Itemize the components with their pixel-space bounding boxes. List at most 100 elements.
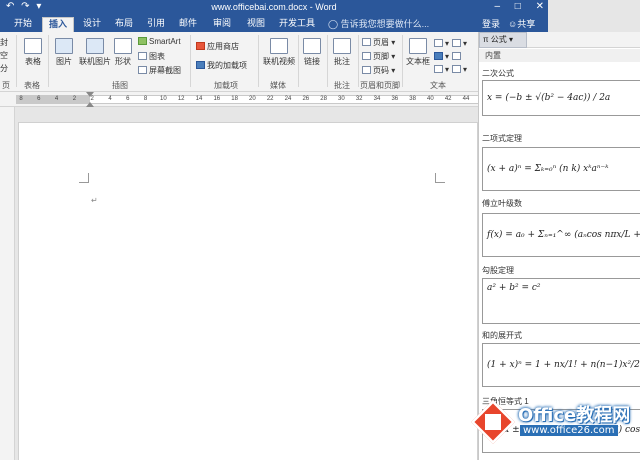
minimize-icon[interactable]: –	[494, 1, 500, 12]
watermark-logo: Office教程网 www.office26.com	[468, 393, 640, 460]
signature-line-icon[interactable]: ▾	[452, 37, 467, 50]
ruler-tick-label: 4	[54, 96, 59, 102]
dropcap-icon[interactable]: ▾	[434, 63, 449, 76]
online-video-button[interactable]: 联机视频	[262, 38, 296, 67]
ruler-tick-label: 12	[177, 96, 185, 102]
chart-icon	[138, 52, 147, 60]
equation-pythagorean[interactable]: a² + b² = c²	[482, 278, 640, 324]
online-picture-button[interactable]: 联机图片	[78, 38, 112, 67]
footer-button[interactable]: 页脚 ▾	[362, 51, 395, 62]
tab-insert[interactable]: 插入	[42, 17, 74, 32]
ruler-tick-label: 40	[427, 96, 434, 102]
picture-button[interactable]: 图片	[52, 38, 76, 67]
vertical-ruler[interactable]	[0, 107, 15, 460]
share-button[interactable]: ☺共享	[508, 17, 535, 30]
cover-page-button[interactable]: 封	[0, 36, 8, 49]
object-icon[interactable]: ▾	[452, 63, 467, 76]
group-label-addins: 加载项	[214, 81, 238, 90]
text-tools-2: ▾ ▾	[452, 37, 467, 76]
ruler-tick-label: 6	[37, 96, 41, 102]
shapes-button[interactable]: 形状	[112, 38, 134, 67]
office-logo-inner	[485, 414, 501, 430]
chart-button[interactable]: 图表	[138, 51, 165, 62]
document-page[interactable]: ↵	[18, 122, 478, 460]
link-icon	[303, 38, 321, 54]
margin-corner-top-right	[435, 173, 445, 183]
tab-developer[interactable]: 开发工具	[276, 17, 318, 32]
login-link[interactable]: 登录	[482, 17, 500, 30]
textbox-button[interactable]: 文本框	[404, 38, 432, 67]
link-button[interactable]: 链接	[300, 38, 324, 67]
group-divider	[402, 35, 403, 87]
equation-expansion[interactable]: (1 + x)ⁿ = 1 + nx/1! + n(n−1)x²/2! + ···	[482, 343, 640, 387]
equation-label: 和的展开式	[482, 331, 522, 340]
tab-layout[interactable]: 布局	[110, 17, 138, 32]
header-button[interactable]: 页眉 ▾	[362, 37, 395, 48]
equation-button[interactable]: π 公式 ▾	[479, 32, 527, 48]
title-bar: ↶ ↷ ▾ www.officebai.com.docx - Word – □ …	[0, 0, 548, 15]
wordart-icon[interactable]: ▾	[434, 50, 449, 63]
table-icon	[24, 38, 42, 54]
ruler-tick-label: 24	[284, 96, 292, 102]
equation-quadratic[interactable]: x = (−b ± √(b² − 4ac)) / 2a	[482, 80, 640, 116]
tab-view[interactable]: 视图	[242, 17, 270, 32]
pages-group-partial: 封 空 分	[0, 36, 8, 75]
ribbon-insert: 封 空 分 页 表格 表格 图片 联机图片 形状 SmartArt 图表 屏幕截…	[0, 32, 478, 92]
textbox-icon	[409, 38, 427, 54]
group-label-media: 媒体	[270, 81, 286, 90]
tab-home[interactable]: 开始	[8, 17, 38, 32]
gallery-header-builtin: 内置	[479, 49, 640, 62]
smartart-button[interactable]: SmartArt	[138, 37, 181, 46]
date-time-icon[interactable]	[452, 50, 467, 63]
ruler-tick-label: 6	[126, 96, 130, 102]
blank-page-button[interactable]: 空	[0, 49, 8, 62]
page-number-button[interactable]: 页码 ▾	[362, 65, 395, 76]
comment-button[interactable]: 批注	[330, 38, 354, 67]
equation-fourier[interactable]: f(x) = a₀ + Σₙ₌₁^∞ (aₙcos nπx/L + bₙsin …	[482, 213, 640, 257]
ruler-tick-label: 28	[320, 96, 327, 102]
equation-label: 二次公式	[482, 69, 514, 78]
restore-icon[interactable]: □	[515, 1, 521, 12]
page-break-button[interactable]: 分	[0, 62, 8, 75]
ruler-tick-label: 10	[160, 96, 167, 102]
close-icon[interactable]: ✕	[536, 1, 544, 12]
margin-corner-top-left	[79, 173, 89, 183]
ruler-tick-label: 26	[302, 96, 310, 102]
screenshot-button[interactable]: 屏幕截图	[138, 65, 181, 76]
my-addins-button[interactable]: 我的加载项	[196, 60, 247, 71]
ruler-tick-label: 8	[143, 96, 148, 102]
equation-binomial[interactable]: (x + a)ⁿ = Σₖ₌₀ⁿ (n k) xᵏaⁿ⁻ᵏ	[482, 147, 640, 191]
group-label-illustrations: 插图	[112, 81, 128, 90]
equation-label: 傅立叶级数	[482, 199, 522, 208]
app-store-button[interactable]: 应用商店	[196, 41, 239, 52]
shapes-icon	[114, 38, 132, 54]
group-divider	[358, 35, 359, 87]
picture-icon	[55, 38, 73, 54]
tab-review[interactable]: 审阅	[208, 17, 236, 32]
smartart-icon	[138, 37, 147, 45]
horizontal-ruler[interactable]: 8 6 4 2 2 4 6 8 10 12 14 16 18 20 22 24 26 28 30 32 34 36 38 40…	[0, 92, 478, 107]
ruler-tick-label: 38	[409, 96, 416, 102]
page-number-icon	[362, 66, 371, 74]
tab-design[interactable]: 设计	[78, 17, 106, 32]
ruler-tick-label: 20	[249, 96, 256, 102]
header-icon	[362, 38, 371, 46]
window-title: www.officebai.com.docx - Word	[211, 2, 337, 12]
watermark-url: www.office26.com	[520, 425, 618, 436]
tell-me-search[interactable]: ◯ 告诉我您想要做什么...	[328, 17, 429, 30]
tab-references[interactable]: 引用	[142, 17, 170, 32]
table-button[interactable]: 表格	[20, 38, 46, 67]
group-divider	[16, 35, 17, 87]
tab-mailings[interactable]: 邮件	[174, 17, 202, 32]
text-tools: ▾ ▾ ▾	[434, 37, 449, 76]
quick-parts-icon[interactable]: ▾	[434, 37, 449, 50]
document-area[interactable]: ↵	[0, 107, 478, 460]
screenshot-icon	[138, 66, 147, 74]
ruler-tick-label: 42	[444, 96, 452, 102]
ruler-tick-label: 30	[338, 96, 345, 102]
ruler-tick-label: 36	[391, 96, 399, 102]
ruler-tick-label: 4	[108, 96, 112, 102]
group-divider	[327, 35, 328, 87]
ruler-tick-label: 14	[195, 96, 203, 102]
ruler-tick-label: 44	[462, 96, 470, 102]
